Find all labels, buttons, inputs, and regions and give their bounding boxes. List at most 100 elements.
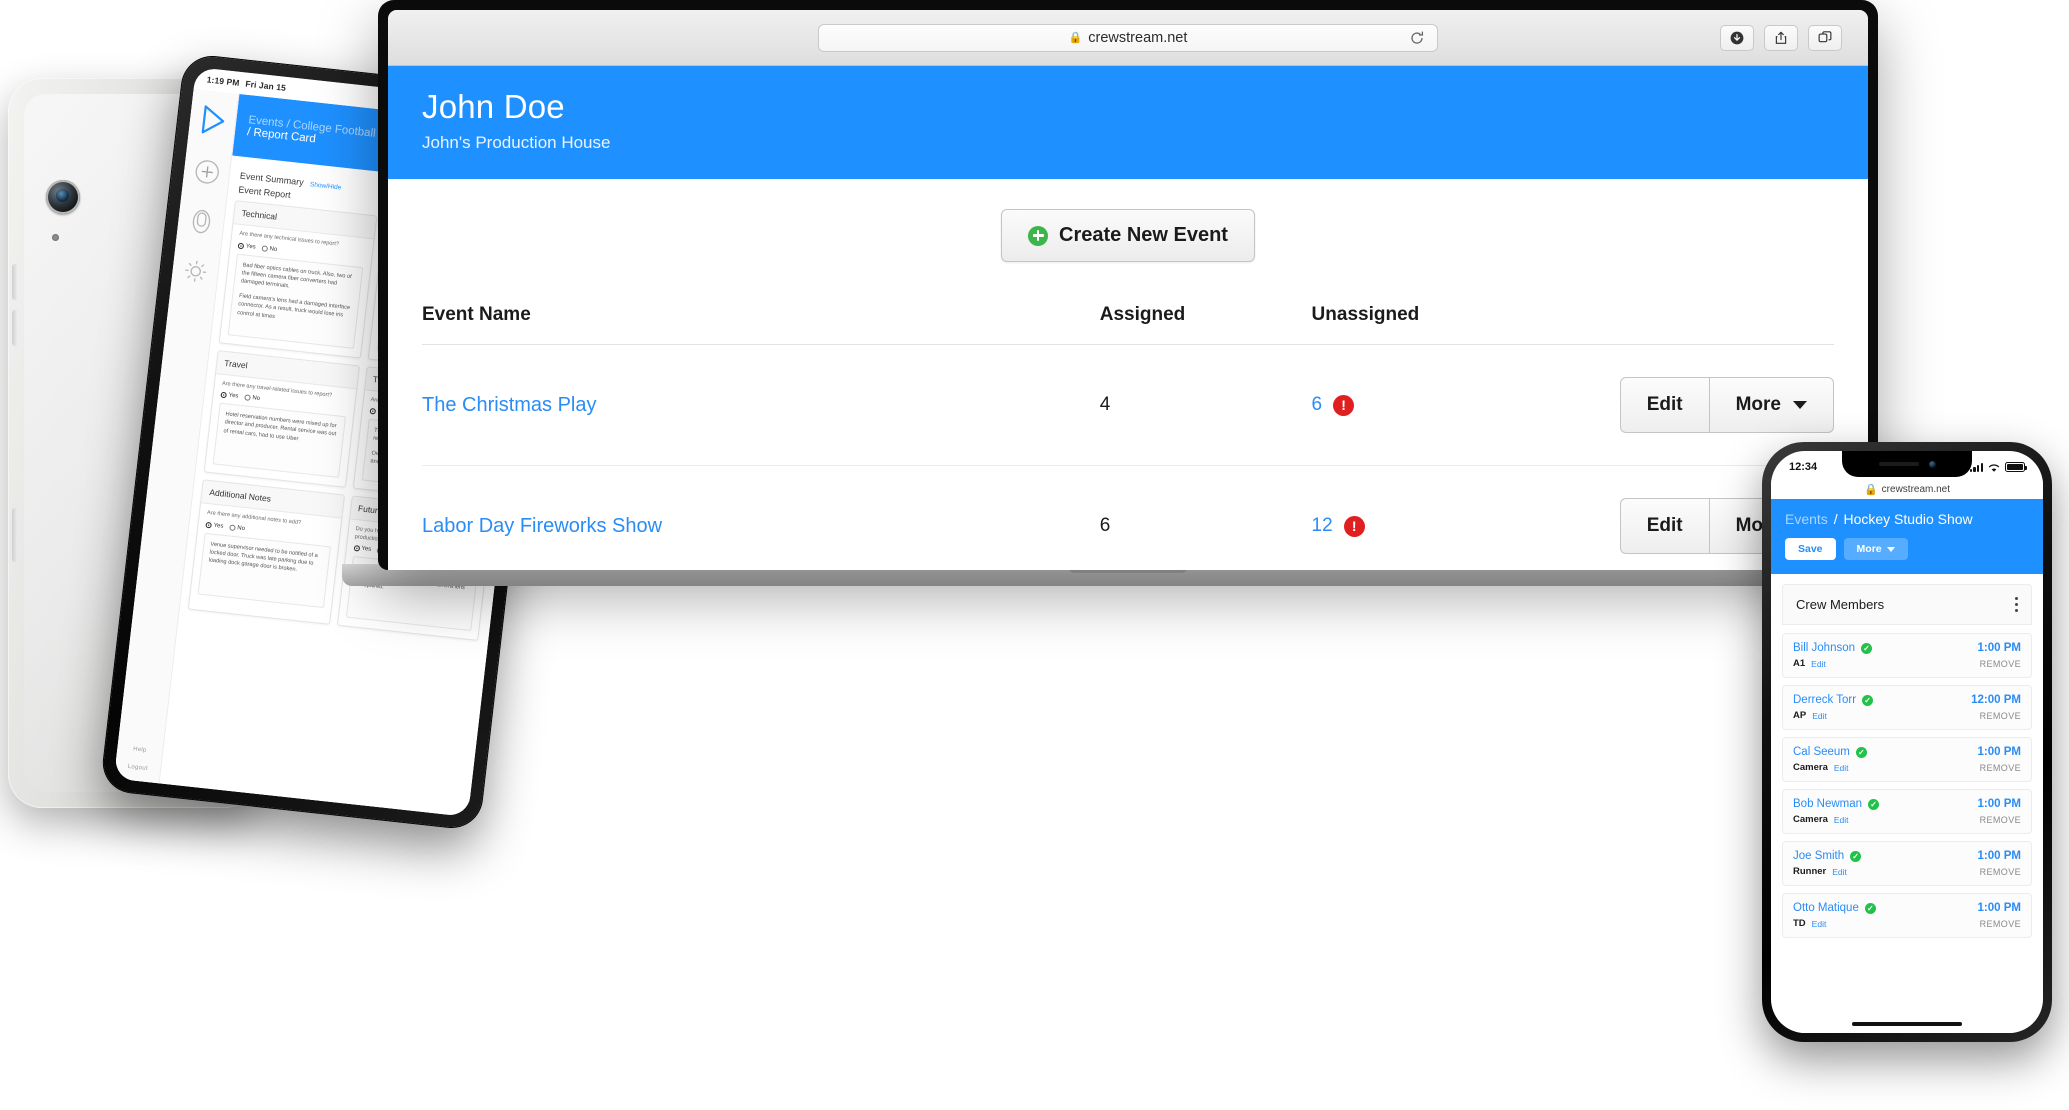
phone-breadcrumb: Events / Hockey Studio Show [1785,511,2029,527]
crew-member-name[interactable]: Otto Matique [1793,902,1859,914]
edit-link[interactable]: Edit [1834,815,1849,825]
list-item[interactable]: Bill Johnson ✓ 1:00 PM A1 Edit REMOVE [1782,633,2032,678]
edit-link[interactable]: Edit [1811,659,1826,669]
radio-no[interactable] [261,244,268,252]
table-body: The Christmas Play 4 6 ! Edit More Labor… [422,344,1834,570]
user-name: John Doe [422,88,565,125]
gear-icon[interactable] [181,257,210,286]
crew-member-name[interactable]: Bob Newman [1793,798,1862,810]
crew-member-time: 1:00 PM [1977,642,2021,654]
edit-link[interactable]: Edit [1832,867,1847,877]
phone-breadcrumb-sep: / [1833,511,1838,527]
phone-save-button[interactable]: Save [1785,538,1836,560]
column-event-name: Event Name [422,304,1100,345]
edit-button[interactable]: Edit [1619,377,1709,433]
tablet-status-date: Fri Jan 15 [244,78,287,93]
add-circle-icon[interactable] [192,158,221,187]
report-section-travel: Travel Are there any travel-related issu… [203,349,360,488]
wifi-icon [1988,463,2000,472]
assigned-count: 4 [1099,394,1111,415]
crew-member-role: Runner [1793,866,1827,877]
phone-breadcrumb-root[interactable]: Events [1785,511,1828,527]
earpiece-speaker [1878,462,1919,466]
status-badge-warning: ! [1343,515,1365,537]
event-name-link[interactable]: The Christmas Play [422,394,597,416]
events-table: Event Name Assigned Unassigned The Chris… [422,304,1834,570]
radio-no[interactable] [244,394,251,401]
crew-member-name[interactable]: Cal Seeum [1793,746,1850,758]
table-header: Event Name Assigned Unassigned [422,304,1834,345]
chevron-down-icon [1793,401,1807,409]
crew-member-role: TD [1793,918,1806,929]
event-name-link[interactable]: Labor Day Fireworks Show [422,515,662,537]
browser-window: 🔒 crewstream.net John Doe John's Product… [388,10,1868,570]
unassigned-count[interactable]: 12 [1312,515,1333,537]
list-item[interactable]: Joe Smith ✓ 1:00 PM Runner Edit REMOVE [1782,841,2032,886]
crew-member-time: 1:00 PM [1977,798,2021,810]
phone-screen: 12:34 🔒 crewstream.net Events / Hockey S… [1771,451,2043,1033]
remove-link[interactable]: REMOVE [1980,711,2021,721]
ipad-camera-icon [46,180,80,214]
person-icon[interactable] [187,207,216,236]
crew-member-time: 1:00 PM [1977,746,2021,758]
download-icon[interactable] [1720,24,1754,51]
radio-yes[interactable] [220,391,227,399]
crew-members-panel-header: Crew Members [1782,584,2032,625]
list-item[interactable]: Derreck Torr ✓ 12:00 PM AP Edit REMOVE [1782,685,2032,730]
create-new-event-label: Create New Event [1059,224,1228,246]
tablet-status-time: 1:19 PM [206,74,241,88]
radio-yes[interactable] [368,407,376,415]
address-bar[interactable]: 🔒 crewstream.net [818,23,1438,52]
tablet-help-label[interactable]: Help [133,746,147,753]
section-notes[interactable]: Venue supervisor needed to be notified o… [197,532,331,608]
phone-more-button[interactable]: More [1843,538,1908,560]
section-notes[interactable]: Hotel reservation numbers were mixed up … [212,402,346,478]
ipad-volume-down-button[interactable] [12,310,17,346]
chevron-down-icon [1886,546,1895,552]
create-new-event-button[interactable]: Create New Event [1001,209,1255,262]
check-circle-icon: ✓ [1868,798,1880,810]
remove-link[interactable]: REMOVE [1980,763,2021,773]
edit-link[interactable]: Edit [1834,763,1849,773]
edit-link[interactable]: Edit [1812,711,1827,721]
crew-member-name[interactable]: Derreck Torr [1793,694,1856,706]
list-item[interactable]: Otto Matique ✓ 1:00 PM TD Edit REMOVE [1782,893,2032,938]
home-indicator[interactable] [1852,1022,1962,1026]
share-icon[interactable] [1764,24,1798,51]
check-circle-icon: ✓ [1850,850,1862,862]
browser-toolbar-actions [1720,24,1842,51]
radio-no[interactable] [228,524,236,531]
kebab-menu-icon[interactable] [2014,597,2018,612]
remove-link[interactable]: REMOVE [1980,867,2021,877]
app-body: Create New Event Event Name Assigned Una… [388,179,1868,570]
devices-showcase: 1:19 PM Fri Jan 15 🔒 crewstream.net [0,0,2069,1110]
tabs-icon[interactable] [1808,24,1842,51]
list-item[interactable]: Cal Seeum ✓ 1:00 PM Camera Edit REMOVE [1782,737,2032,782]
edit-button[interactable]: Edit [1619,498,1709,554]
crew-member-name[interactable]: Bill Johnson [1793,642,1855,654]
reload-icon[interactable] [1409,30,1425,46]
crew-member-role: A1 [1793,658,1806,669]
tablet-show-hide-toggle[interactable]: Show/Hide [310,181,342,191]
play-logo-icon[interactable] [198,104,227,137]
phone-address-bar[interactable]: 🔒 crewstream.net [1771,479,2043,499]
remove-link[interactable]: REMOVE [1980,659,2021,669]
crew-member-name[interactable]: Joe Smith [1793,850,1844,862]
section-notes[interactable]: Bad fiber optics cables on truck. Also, … [227,253,363,349]
tablet-logout-label[interactable]: Logout [127,764,148,772]
battery-icon [2005,462,2028,472]
remove-link[interactable]: REMOVE [1980,815,2021,825]
ipad-volume-up-button[interactable] [12,264,17,300]
list-item[interactable]: Bob Newman ✓ 1:00 PM Camera Edit REMOVE [1782,789,2032,834]
ipad-power-button[interactable] [12,508,17,562]
assigned-count: 6 [1099,515,1111,536]
edit-link[interactable]: Edit [1812,919,1827,929]
remove-link[interactable]: REMOVE [1980,919,2021,929]
radio-yes[interactable] [353,545,360,552]
more-button[interactable]: More [1708,377,1834,433]
radio-yes[interactable] [205,521,212,529]
unassigned-count[interactable]: 6 [1312,394,1323,416]
radio-yes[interactable] [237,242,245,249]
crew-member-time: 12:00 PM [1971,694,2021,706]
lock-icon: 🔒 [1068,32,1083,44]
